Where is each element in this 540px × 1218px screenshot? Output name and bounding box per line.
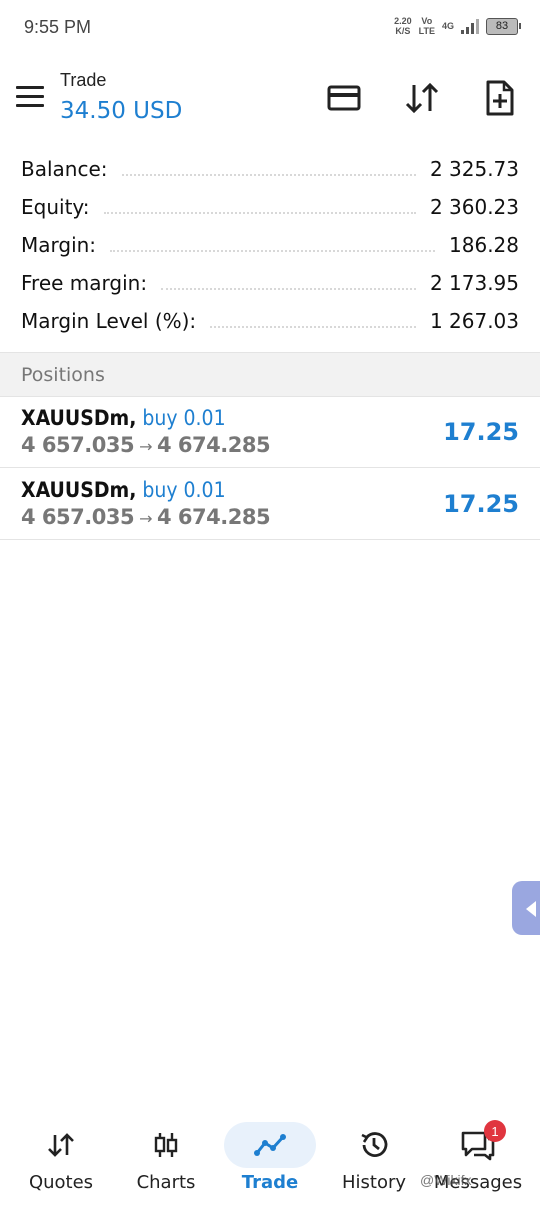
free-margin-value: 2 173.95 <box>429 271 519 295</box>
position-symbol: XAUUSDm, <box>21 406 137 430</box>
position-symbol: XAUUSDm, <box>21 478 137 502</box>
position-profit: 17.25 <box>443 490 519 518</box>
position-row[interactable]: XAUUSDm, buy 0.01 4 657.035 → 4 674.285 17… <box>0 396 540 468</box>
new-document-icon <box>486 80 514 116</box>
page-title: Trade <box>60 70 107 90</box>
quotes-arrows-icon <box>48 1133 74 1157</box>
position-open-price: 4 657.035 <box>21 433 135 457</box>
position-row[interactable]: XAUUSDm, buy 0.01 4 657.035 → 4 674.285 17… <box>0 468 540 540</box>
menu-icon[interactable] <box>16 86 44 108</box>
nav-trade[interactable]: Trade <box>216 1108 324 1208</box>
history-clock-icon <box>361 1132 388 1157</box>
collapse-arrow-icon <box>526 901 536 917</box>
equity-value: 2 360.23 <box>429 195 519 219</box>
positions-title: Positions <box>21 364 105 386</box>
credit-card-icon <box>327 85 361 111</box>
signal-icon <box>461 18 479 34</box>
volte-indicator: Vo LTE <box>418 16 435 36</box>
position-profit: 17.25 <box>443 418 519 446</box>
position-open-price: 4 657.035 <box>21 505 135 529</box>
summary-margin-level-row: Margin Level (%): 1 267.03 <box>21 309 519 333</box>
status-bar: 9:55 PM 2.20 K/S Vo LTE 4G 83 <box>0 0 540 56</box>
position-current-price: 4 674.285 <box>156 433 271 457</box>
nav-messages[interactable]: 1 Messages <box>424 1108 532 1208</box>
summary-balance-row: Balance: 2 325.73 <box>21 157 519 181</box>
deposit-card-button[interactable] <box>324 78 364 118</box>
position-type: buy 0.01 <box>142 406 226 430</box>
position-current-price: 4 674.285 <box>156 505 271 529</box>
sort-arrows-icon <box>405 82 439 114</box>
sort-button[interactable] <box>402 78 442 118</box>
header-balance: 34.50 USD <box>60 98 183 124</box>
margin-level-value: 1 267.03 <box>429 309 519 333</box>
account-summary: Balance: 2 325.73 Equity: 2 360.23 Margi… <box>0 150 540 340</box>
battery-level: 83 <box>495 20 509 32</box>
summary-equity-row: Equity: 2 360.23 <box>21 195 519 219</box>
status-time: 9:55 PM <box>24 17 92 37</box>
position-type: buy 0.01 <box>142 478 226 502</box>
battery-icon: 83 <box>486 17 521 35</box>
messages-badge: 1 <box>484 1120 506 1142</box>
summary-free-margin-row: Free margin: 2 173.95 <box>21 271 519 295</box>
nav-history[interactable]: History <box>320 1108 428 1208</box>
nav-quotes[interactable]: Quotes <box>7 1108 115 1208</box>
trade-line-icon <box>254 1134 286 1156</box>
positions-header: Positions <box>0 352 540 397</box>
app-header: Trade 34.50 USD <box>0 56 540 144</box>
balance-value: 2 325.73 <box>429 157 519 181</box>
network-type: 4G <box>441 21 454 31</box>
candlestick-icon <box>154 1133 178 1157</box>
arrow-right-icon: → <box>139 509 152 528</box>
bottom-navigation: Quotes Charts Trade History 1 Messages <box>0 1108 540 1218</box>
summary-margin-row: Margin: 186.28 <box>21 233 519 257</box>
status-icons: 2.20 K/S Vo LTE 4G 83 <box>394 16 521 36</box>
network-speed: 2.20 K/S <box>394 16 412 36</box>
nav-charts[interactable]: Charts <box>112 1108 220 1208</box>
margin-value: 186.28 <box>449 233 519 257</box>
floating-side-tab[interactable] <box>512 881 540 935</box>
new-order-button[interactable] <box>480 78 520 118</box>
arrow-right-icon: → <box>139 437 152 456</box>
watermark: @Wikifx <box>420 1172 472 1188</box>
